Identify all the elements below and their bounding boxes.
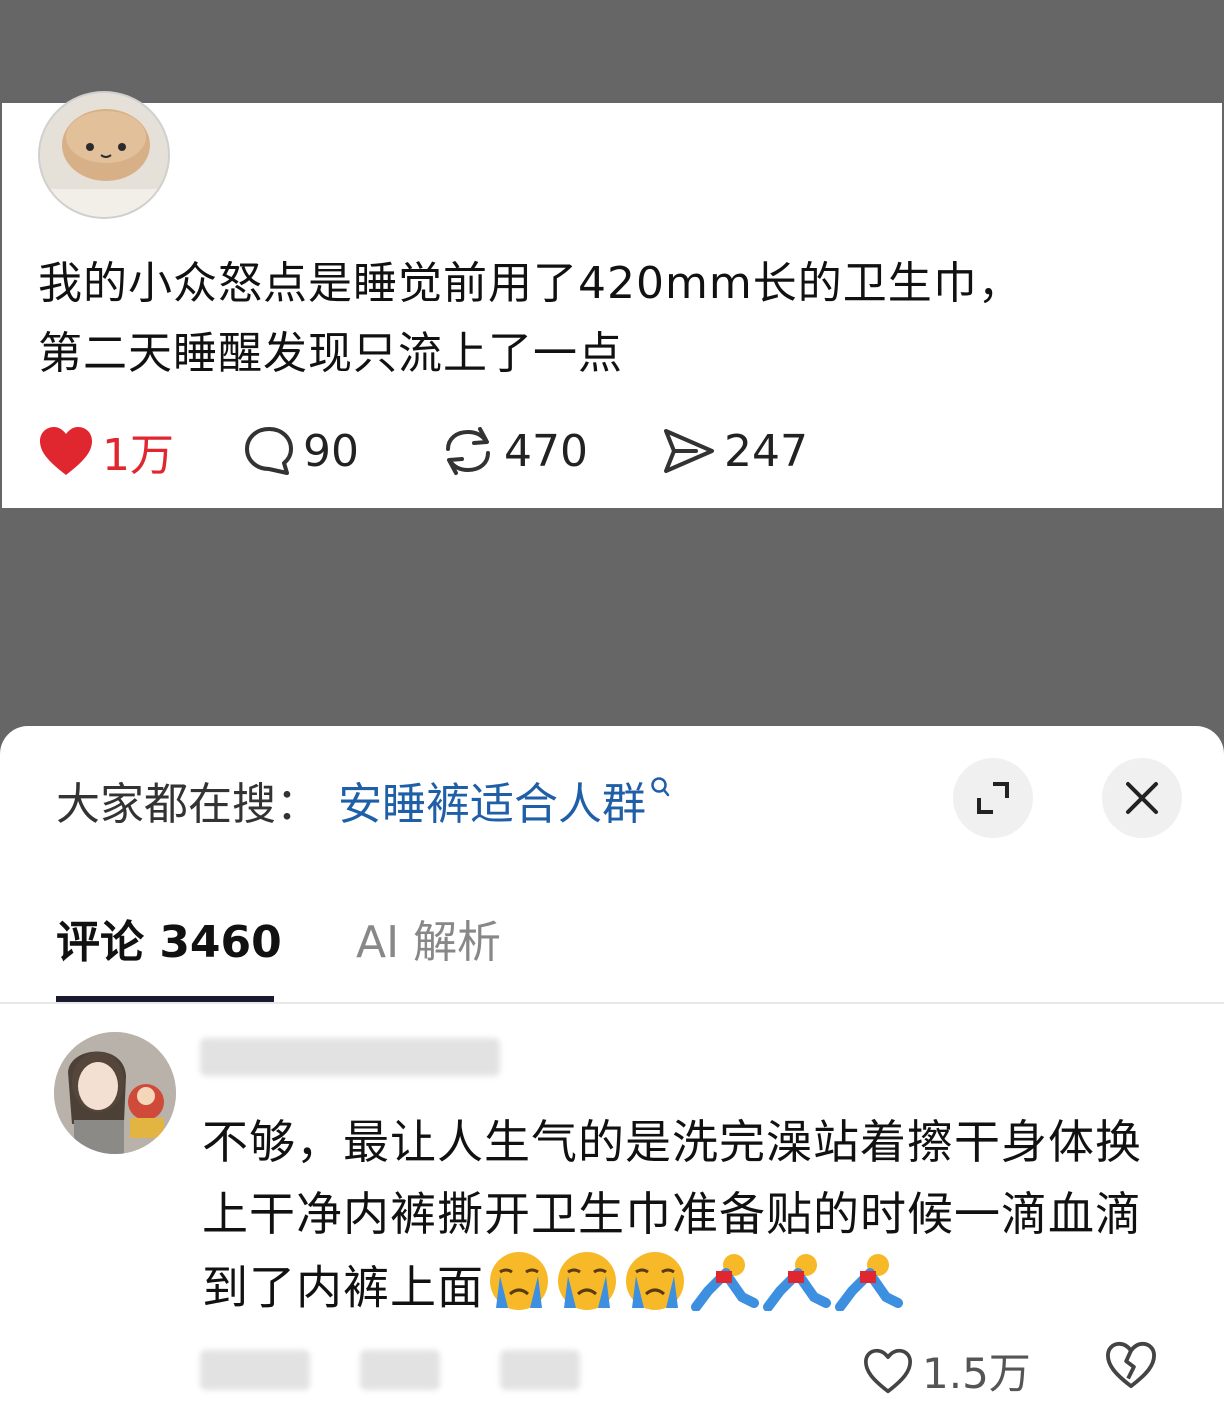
sheet-tabs: 评论 3460 AI 解析 <box>56 906 1224 1002</box>
crying-emoji-icon <box>622 1250 688 1332</box>
blurred-location <box>360 1350 440 1390</box>
send-icon <box>664 429 714 473</box>
tab-divider <box>0 1002 1224 1004</box>
comment-like-count: 1.5万 <box>922 1349 1031 1398</box>
broken-heart-icon <box>1106 1341 1156 1389</box>
dumpling-avatar-image <box>40 93 168 217</box>
search-icon <box>651 777 670 797</box>
post-like-button[interactable]: 1万 <box>38 421 243 481</box>
commenter-photo <box>54 1032 176 1154</box>
crying-emoji-icon <box>554 1250 620 1332</box>
comment-like-button[interactable]: 1.5万 <box>862 1340 1031 1401</box>
close-icon <box>1126 782 1158 814</box>
tab-comments[interactable]: 评论 3460 <box>56 906 282 970</box>
comment-text: 不够，最让人生气的是洗完澡站着擦干身体换上干净内裤撕开卫生巾准备贴的时候一滴血滴… <box>202 1106 1182 1332</box>
comment-dislike-button[interactable] <box>1104 1340 1158 1394</box>
comments-sheet: 大家都在搜： 安睡裤适合人群 评论 3460 AI 解析 不够，最让人生气的是洗… <box>0 726 1224 1404</box>
post-repost-count: 470 <box>504 425 588 477</box>
comment-bubble-icon <box>245 427 293 475</box>
fall-over-emoji-icon <box>762 1251 832 1331</box>
repost-icon <box>446 427 490 475</box>
post-like-count: 1万 <box>102 430 174 481</box>
fall-over-emoji-icon <box>690 1251 760 1331</box>
post-author-avatar[interactable] <box>38 91 170 219</box>
post-action-bar: 1万 90 470 247 <box>38 421 808 481</box>
post-comment-button[interactable]: 90 <box>243 421 440 481</box>
trending-search-link[interactable]: 安睡裤适合人群 <box>338 768 646 832</box>
heart-outline-icon <box>864 1348 912 1393</box>
post-text: 我的小众怒点是睡觉前用了420mm长的卫生巾， 第二天睡醒发现只流上了一点 <box>38 249 1188 389</box>
post-comment-count: 90 <box>303 425 359 477</box>
close-button[interactable] <box>1102 758 1182 838</box>
blurred-username <box>200 1038 500 1076</box>
post-repost-button[interactable]: 470 <box>440 421 662 481</box>
tab-ai-analysis[interactable]: AI 解析 <box>356 906 501 970</box>
post-card: 我的小众怒点是睡觉前用了420mm长的卫生巾， 第二天睡醒发现只流上了一点 1万… <box>2 91 1222 508</box>
blurred-timestamp <box>200 1350 310 1390</box>
post-share-count: 247 <box>724 425 808 477</box>
blurred-reply-button[interactable] <box>500 1350 580 1390</box>
expand-button[interactable] <box>953 758 1033 838</box>
commenter-avatar[interactable] <box>54 1032 176 1154</box>
post-text-line: 第二天睡醒发现只流上了一点 <box>38 328 623 379</box>
expand-icon <box>977 782 1009 814</box>
post-share-button[interactable]: 247 <box>662 421 808 481</box>
fall-over-emoji-icon <box>834 1251 904 1331</box>
post-text-line: 我的小众怒点是睡觉前用了420mm长的卫生巾， <box>38 258 1023 309</box>
trending-search-label: 大家都在搜： <box>56 779 320 830</box>
crying-emoji-icon <box>486 1250 552 1332</box>
trending-search-row[interactable]: 大家都在搜： 安睡裤适合人群 <box>56 770 670 830</box>
heart-filled-icon <box>40 427 92 475</box>
